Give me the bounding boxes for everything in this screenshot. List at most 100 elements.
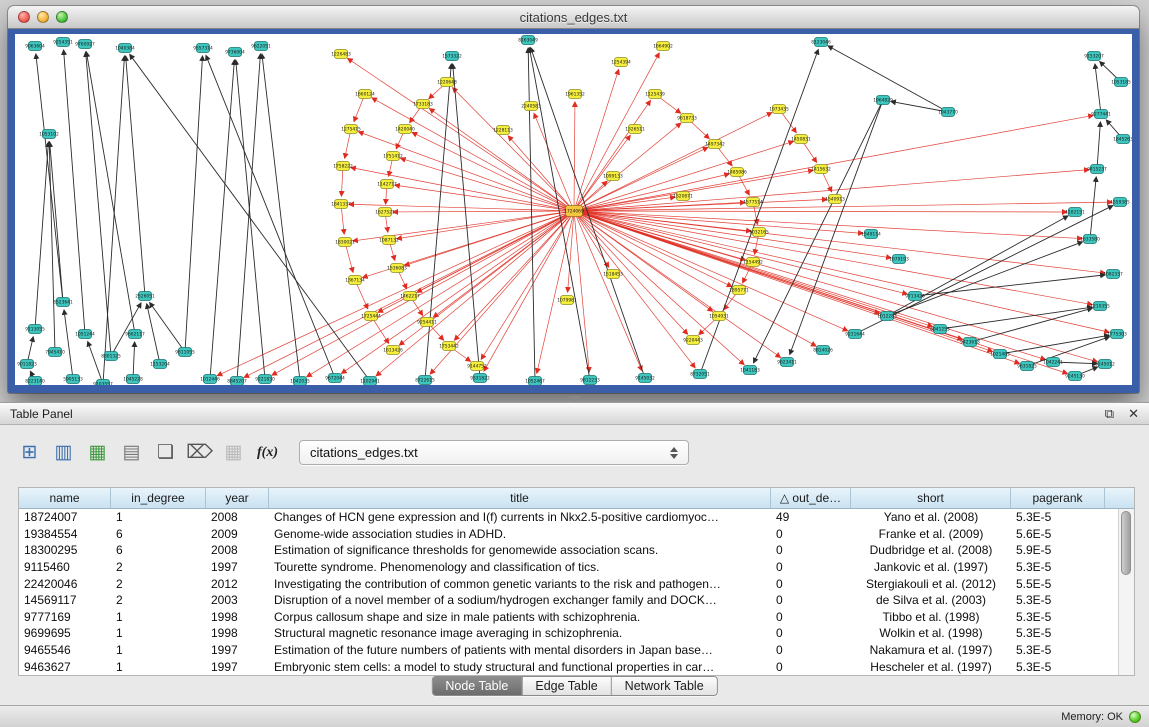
- graph-edge[interactable]: [64, 50, 85, 334]
- table-cell: Franke et al. (2009): [851, 527, 1011, 541]
- graph-edge[interactable]: [970, 308, 1092, 342]
- graph-edge[interactable]: [574, 211, 1067, 212]
- row-options-icon[interactable]: ▤: [118, 439, 145, 466]
- close-window-button[interactable]: [18, 11, 30, 23]
- graph-edge[interactable]: [126, 56, 145, 296]
- graph-node-label: 1724069: [564, 209, 584, 215]
- graph-edge[interactable]: [1097, 122, 1100, 169]
- graph-edge[interactable]: [425, 64, 451, 380]
- table-row[interactable]: 977716911998Corpus callosum shape and si…: [19, 609, 1134, 626]
- graph-edge[interactable]: [150, 303, 185, 352]
- import-table-icon[interactable]: ▦: [220, 439, 247, 466]
- column-header-pagerank[interactable]: pagerank: [1011, 488, 1105, 508]
- table-vertical-scrollbar[interactable]: [1118, 509, 1134, 675]
- table-cell: 0: [771, 593, 851, 607]
- table-row[interactable]: 946554611997Estimation of the future num…: [19, 642, 1134, 659]
- graph-node-label: 1012283: [877, 314, 897, 320]
- graph-edge[interactable]: [940, 307, 1092, 329]
- graph-edge[interactable]: [531, 48, 645, 378]
- delete-table-icon[interactable]: ⌦: [186, 439, 213, 466]
- network-table-selector[interactable]: citations_edges.txt: [299, 440, 689, 465]
- graph-edge[interactable]: [1090, 177, 1096, 239]
- graph-node-label: 1961352: [565, 92, 585, 98]
- graph-edge[interactable]: [887, 242, 1083, 316]
- column-header-in-degree[interactable]: in_degree: [111, 488, 206, 508]
- graph-edge[interactable]: [210, 60, 234, 379]
- table-row[interactable]: 1938455462009Genome-wide association stu…: [19, 526, 1134, 543]
- graph-edge[interactable]: [574, 123, 681, 211]
- graph-edge[interactable]: [147, 304, 160, 364]
- table-cell: 2003: [206, 593, 269, 607]
- graph-edge[interactable]: [574, 211, 744, 365]
- graph-edge[interactable]: [86, 52, 135, 334]
- table-mode-icon[interactable]: ⊞: [16, 439, 43, 466]
- graph-edge[interactable]: [754, 100, 883, 363]
- graph-edge[interactable]: [393, 211, 574, 212]
- combo-arrows-icon: [670, 447, 678, 459]
- graph-edge[interactable]: [430, 109, 574, 211]
- graph-node-label: 1320871: [673, 194, 693, 200]
- graph-edge[interactable]: [574, 102, 575, 211]
- graph-edge[interactable]: [528, 48, 535, 381]
- graph-edge[interactable]: [103, 56, 124, 384]
- window-titlebar[interactable]: citations_edges.txt: [8, 6, 1139, 29]
- table-row[interactable]: 969969511998Structural magnetic resonanc…: [19, 625, 1134, 642]
- graph-node-label: 8523641: [53, 300, 73, 306]
- column-header-title[interactable]: title: [269, 488, 771, 508]
- graph-edge[interactable]: [206, 55, 335, 378]
- minimize-window-button[interactable]: [37, 11, 49, 23]
- function-builder-icon[interactable]: f(x): [254, 439, 281, 466]
- table-cell: Tourette syndrome. Phenomenology and cla…: [269, 560, 771, 574]
- graph-edge[interactable]: [86, 52, 111, 356]
- graph-edge[interactable]: [185, 56, 203, 352]
- graph-node-label: 1943770: [938, 110, 958, 116]
- graph-edge[interactable]: [237, 54, 260, 381]
- table-cell: 1: [111, 643, 206, 657]
- graph-edge[interactable]: [481, 211, 574, 359]
- tab-network-table[interactable]: Network Table: [612, 677, 717, 695]
- graph-edge[interactable]: [35, 142, 48, 329]
- column-header-name[interactable]: name: [19, 488, 111, 508]
- graph-edge[interactable]: [133, 342, 135, 379]
- table-cell: Disruption of a novel member of a sodium…: [269, 593, 771, 607]
- column-header-short[interactable]: short: [851, 488, 1011, 508]
- graph-edge[interactable]: [574, 101, 650, 211]
- float-panel-icon[interactable]: ⧉: [1105, 407, 1114, 420]
- graph-edge[interactable]: [574, 211, 589, 372]
- graph-edge[interactable]: [88, 342, 103, 384]
- add-column-icon[interactable]: ▦: [84, 439, 111, 466]
- graph-edge[interactable]: [307, 211, 574, 377]
- graph-edge[interactable]: [534, 113, 574, 211]
- graph-edge[interactable]: [359, 132, 574, 211]
- close-panel-icon[interactable]: ✕: [1128, 407, 1139, 420]
- graph-edge[interactable]: [568, 211, 574, 292]
- graph-edge[interactable]: [272, 211, 574, 375]
- table-row[interactable]: 1872400712008Changes of HCN gene express…: [19, 509, 1134, 526]
- tab-node-table[interactable]: Node Table: [432, 677, 522, 695]
- table-row[interactable]: 946362711997Embryonic stem cells: a mode…: [19, 658, 1134, 675]
- table-row[interactable]: 1456911722003Disruption of a novel membe…: [19, 592, 1134, 609]
- table-cell: 1: [111, 626, 206, 640]
- table-row[interactable]: 2242004622012Investigating the contribut…: [19, 575, 1134, 592]
- table-cell: Structural magnetic resonance image aver…: [269, 626, 771, 640]
- column-header-year[interactable]: year: [206, 488, 269, 508]
- zoom-window-button[interactable]: [56, 11, 68, 23]
- graph-edge[interactable]: [64, 310, 73, 379]
- show-columns-icon[interactable]: ▥: [50, 439, 77, 466]
- graph-node-label: 1326511: [625, 127, 645, 133]
- graph-edge[interactable]: [262, 54, 300, 381]
- network-canvas[interactable]: 9063604925435197609271040384955731497360…: [15, 34, 1132, 385]
- table-row[interactable]: 911546021997Tourette syndrome. Phenomeno…: [19, 559, 1134, 576]
- table-row[interactable]: 1830029562008Estimation of significance …: [19, 542, 1134, 559]
- graph-edge[interactable]: [574, 211, 1097, 362]
- scrollbar-thumb[interactable]: [1121, 511, 1131, 575]
- graph-edge[interactable]: [574, 211, 1019, 363]
- graph-edge[interactable]: [574, 211, 1109, 332]
- memory-status-icon[interactable]: [1129, 711, 1141, 723]
- graph-edge[interactable]: [1095, 64, 1101, 114]
- new-table-icon[interactable]: ❏: [152, 439, 179, 466]
- column-header-out-de[interactable]: △ out_de…: [771, 488, 851, 508]
- graph-edge[interactable]: [130, 54, 370, 381]
- tab-edge-table[interactable]: Edge Table: [522, 677, 611, 695]
- graph-edge[interactable]: [887, 216, 1068, 316]
